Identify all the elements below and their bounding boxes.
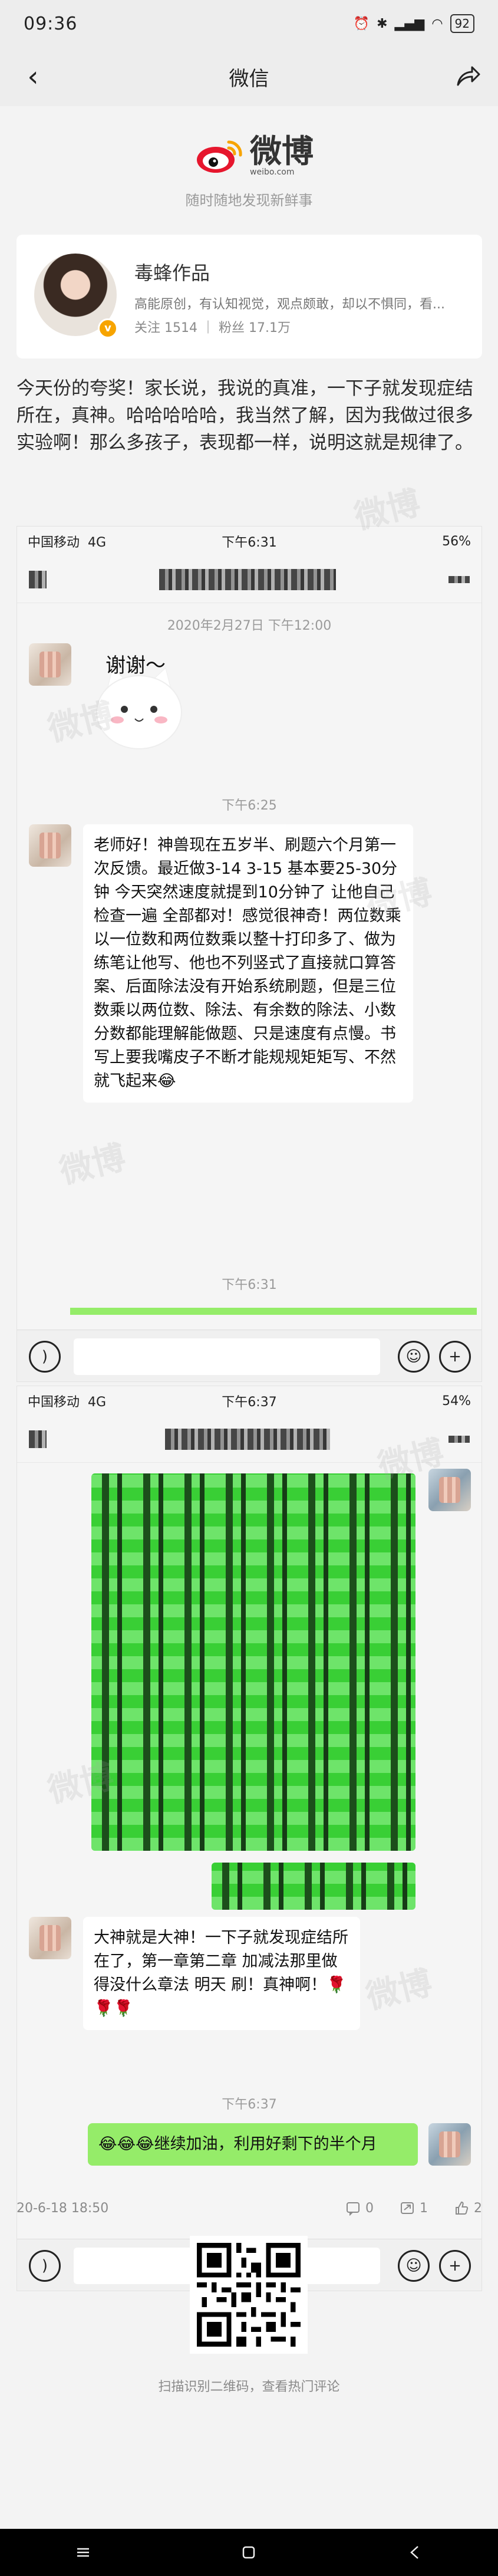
- shot-carrier: 中国移动: [28, 1395, 80, 1410]
- shot-carrier: 中国移动: [28, 535, 80, 550]
- chat-time-stamp: 下午6:25: [222, 798, 277, 813]
- back-icon[interactable]: ‹: [17, 60, 50, 93]
- comment-button[interactable]: 0: [345, 2200, 374, 2216]
- post-footer: 20-6-18 18:50 0 1 2: [17, 2196, 482, 2220]
- chat-screenshot-1: 中国移动 4G 下午6:31 56% 2020年2月27日 下午12:00 谢谢…: [17, 526, 482, 1382]
- plus-icon[interactable]: +: [439, 1341, 471, 1373]
- comment-icon: [347, 2202, 360, 2216]
- plus-icon[interactable]: +: [439, 2250, 471, 2282]
- page-title: 微信: [229, 67, 269, 91]
- repost-button[interactable]: 1: [400, 2200, 428, 2216]
- shot-network: 4G: [88, 535, 107, 550]
- battery-indicator: 92: [450, 14, 474, 33]
- message-bubble: 😂😂😂继续加油，利用好剩下的半个月: [88, 2123, 418, 2166]
- qr-hint: 扫描识别二维码，查看热门评论: [158, 2380, 340, 2394]
- voice-icon[interactable]: ): [29, 2250, 61, 2282]
- emoji-icon[interactable]: ☺: [398, 2250, 430, 2282]
- wifi-icon: ◠: [431, 16, 443, 31]
- author-name[interactable]: 毒蜂作品: [134, 258, 210, 285]
- author-card[interactable]: v 毒蜂作品 高能原创，有认知视觉，观点颇敢，却以不惧同，看... 关注 151…: [17, 235, 482, 358]
- message-input[interactable]: [74, 1338, 380, 1375]
- post-date: 20-6-18 18:50: [17, 2200, 109, 2216]
- nav-bar: ‹ 微信: [0, 47, 498, 106]
- sticker-caption: 谢谢～: [105, 654, 166, 677]
- avatar: [29, 1917, 71, 1959]
- back-icon: [29, 1430, 47, 1448]
- verified-badge-icon: v: [98, 318, 118, 338]
- weibo-eye-icon: [197, 140, 242, 173]
- repost-icon: [401, 2202, 414, 2214]
- like-button[interactable]: 2: [454, 2200, 482, 2216]
- home-icon[interactable]: [237, 2541, 260, 2564]
- status-icons: ⏰ ✱ ▂▄▆ ◠ 92: [354, 14, 474, 33]
- avatar: [428, 1469, 471, 1511]
- like-count: 2: [474, 2200, 482, 2216]
- post-text: 今天份的夸奖！家长说，我说的真准，一下子就发现症结所在，真神。哈哈哈哈哈，我当然…: [17, 378, 473, 453]
- chat-screenshot-2: 中国移动 4G 下午6:37 54% 大神就是大神！一下子就发现症结所在了，第一…: [17, 1386, 482, 2291]
- qr-code[interactable]: [190, 2236, 308, 2354]
- weibo-slogan: 随时随地发现新鲜事: [185, 192, 313, 209]
- chat-time-stamp: 下午6:31: [222, 1278, 277, 1292]
- repost-count: 1: [420, 2200, 428, 2216]
- message-bubble: 老师好！神兽现在五岁半、刷题六个月第一次反馈。最近做3-14 3-15 基本要2…: [83, 824, 413, 1103]
- redacted-message: [91, 1473, 415, 1851]
- shot-status-bar: 中国移动 4G 下午6:37 54%: [17, 1386, 481, 1416]
- weibo-logo: 微博 weibo.com: [194, 136, 314, 177]
- more-icon: [448, 1435, 470, 1443]
- message-bubble: 大神就是大神！一下子就发现症结所在了，第一章第二章 加减法那里做得没什么章法 明…: [83, 1917, 360, 2030]
- back-icon: [29, 570, 47, 588]
- author-stats: 关注 1514 ｜ 粉丝 17.1万: [134, 321, 291, 335]
- redacted-contact-name: [159, 568, 336, 590]
- shot-status-bar: 中国移动 4G 下午6:31 56%: [17, 527, 481, 556]
- emoji-icon[interactable]: ☺: [398, 1341, 430, 1373]
- status-time: 09:36: [24, 13, 78, 34]
- share-icon[interactable]: [451, 60, 484, 93]
- voice-icon[interactable]: ): [29, 1341, 61, 1373]
- bluetooth-icon: ✱: [377, 16, 388, 31]
- shot-battery: 54%: [442, 1393, 471, 1409]
- shot-battery: 56%: [442, 534, 471, 549]
- weibo-share-card: 微博 weibo.com 随时随地发现新鲜事 v 毒蜂作品 高能原创，有认知视觉…: [0, 106, 498, 2553]
- more-icon: [448, 575, 470, 583]
- chat-time-stamp: 下午6:37: [222, 2097, 277, 2112]
- recent-apps-icon[interactable]: [71, 2541, 95, 2564]
- avatar: [428, 2123, 471, 2166]
- redacted-contact-name: [165, 1428, 330, 1450]
- thumbs-up-icon: [456, 2201, 469, 2215]
- comment-count: 0: [365, 2200, 374, 2216]
- system-nav-bar: [0, 2529, 498, 2576]
- partial-bubble: [70, 1308, 477, 1315]
- shot-network: 4G: [88, 1395, 107, 1410]
- signal-icon: ▂▄▆: [394, 16, 425, 31]
- avatar: [29, 824, 71, 867]
- chat-date-stamp: 2020年2月27日 下午12:00: [167, 618, 332, 633]
- avatar: [29, 643, 71, 686]
- back-nav-icon[interactable]: [403, 2541, 427, 2564]
- chat-input-bar: ) ☺ +: [17, 1330, 481, 1381]
- author-description: 高能原创，有认知视觉，观点颇敢，却以不惧同，看...: [134, 297, 445, 312]
- chat-header: [17, 556, 481, 603]
- alarm-icon: ⏰: [353, 16, 370, 31]
- chat-header: [17, 1416, 481, 1463]
- weibo-logo-text: 微博: [250, 133, 314, 170]
- redacted-message: [212, 1863, 415, 1910]
- status-bar: 09:36 ⏰ ✱ ▂▄▆ ◠ 92: [0, 0, 498, 47]
